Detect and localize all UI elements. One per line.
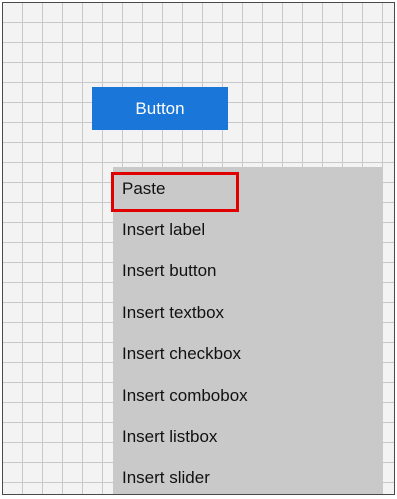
form-button-control[interactable]: Button: [92, 87, 228, 130]
menu-item-insert-slider[interactable]: Insert slider: [113, 459, 383, 494]
menu-item-insert-listbox[interactable]: Insert listbox: [113, 418, 383, 456]
menu-item-insert-combobox[interactable]: Insert combobox: [113, 377, 383, 415]
context-menu: Paste Insert label Insert button Insert …: [111, 167, 383, 494]
menu-item-insert-checkbox[interactable]: Insert checkbox: [113, 335, 383, 373]
menu-item-insert-button[interactable]: Insert button: [113, 252, 383, 290]
menu-item-insert-textbox[interactable]: Insert textbox: [113, 294, 383, 332]
form-design-canvas[interactable]: Button Paste Insert label Insert button …: [2, 2, 395, 495]
menu-item-paste[interactable]: Paste: [111, 170, 383, 212]
menu-item-insert-label[interactable]: Insert label: [113, 211, 383, 249]
